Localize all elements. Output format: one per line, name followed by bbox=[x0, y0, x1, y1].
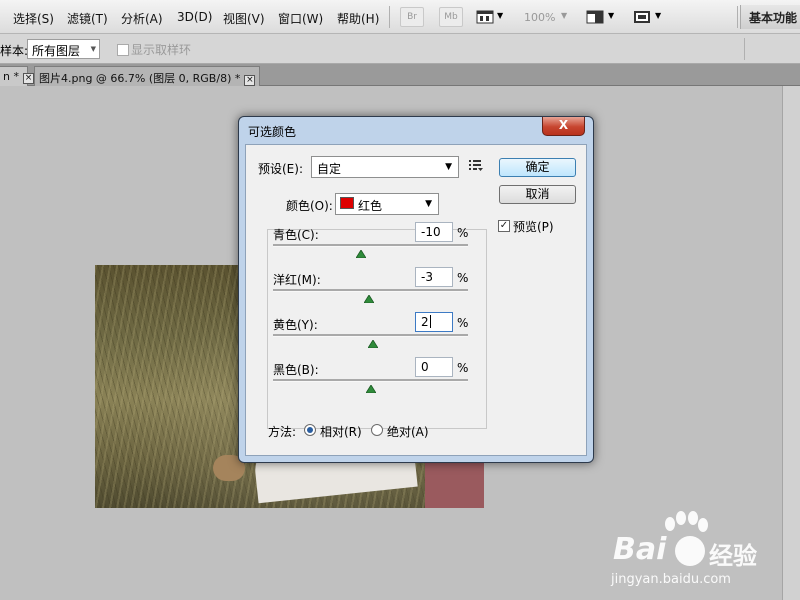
chevron-down-icon[interactable]: ▼ bbox=[608, 11, 614, 20]
options-separator bbox=[744, 38, 745, 60]
magenta-label: 洋红(M): bbox=[273, 273, 321, 287]
view-extras-icon[interactable] bbox=[476, 9, 494, 25]
ok-button[interactable]: 确定 bbox=[499, 158, 576, 177]
document-tab-1[interactable]: n * × bbox=[0, 66, 34, 86]
baidu-logo-text: Bai bbox=[613, 532, 667, 567]
menu-separator bbox=[737, 6, 738, 28]
black-slider-thumb[interactable] bbox=[365, 382, 377, 394]
close-icon[interactable]: × bbox=[22, 73, 34, 84]
yellow-unit: % bbox=[457, 316, 469, 330]
absolute-label: 绝对(A) bbox=[387, 425, 429, 439]
menu-bar: 选择(S) 滤镜(T) 分析(A) 3D(D) 视图(V) 窗口(W) 帮助(H… bbox=[0, 0, 800, 34]
document-tab-2[interactable]: 图片4.png @ 66.7% (图层 0, RGB/8) * × bbox=[34, 66, 261, 86]
magenta-unit: % bbox=[457, 271, 469, 285]
yellow-slider-thumb[interactable] bbox=[367, 337, 379, 349]
menu-help[interactable]: 帮助(H) bbox=[337, 10, 379, 27]
document-tab-1-label: n * bbox=[3, 70, 19, 83]
cyan-slider-track[interactable] bbox=[273, 244, 468, 247]
bridge-button[interactable]: Br bbox=[400, 7, 424, 27]
menu-3d[interactable]: 3D(D) bbox=[177, 10, 212, 24]
close-icon[interactable]: × bbox=[244, 75, 256, 86]
menu-select[interactable]: 选择(S) bbox=[13, 10, 54, 27]
absolute-radio[interactable] bbox=[371, 424, 383, 436]
screen-mode-icon[interactable] bbox=[633, 9, 651, 25]
chevron-down-icon[interactable]: ▼ bbox=[497, 11, 503, 20]
cyan-unit: % bbox=[457, 226, 469, 240]
preset-select-value: 自定 bbox=[317, 162, 342, 176]
colors-label: 颜色(O): bbox=[283, 197, 336, 214]
chevron-down-icon: ▼ bbox=[90, 45, 96, 53]
magenta-input[interactable]: -3 bbox=[415, 267, 453, 287]
cyan-label: 青色(C): bbox=[273, 228, 319, 242]
selective-color-dialog: 可选颜色 X 预设(E): 自定 ▼ 确定 取消 ✓ 预览(P) 颜色(O): … bbox=[238, 116, 594, 463]
show-sampling-ring-checkbox[interactable] bbox=[117, 44, 129, 56]
colors-select-value: 红色 bbox=[358, 199, 383, 213]
photo-pink-fabric bbox=[425, 463, 484, 508]
colors-select[interactable]: 红色 ▼ bbox=[335, 193, 439, 215]
menu-analysis[interactable]: 分析(A) bbox=[121, 10, 163, 27]
black-value: 0 bbox=[421, 360, 429, 374]
cyan-slider-thumb[interactable] bbox=[355, 247, 367, 259]
preset-options-icon[interactable] bbox=[468, 158, 484, 172]
checkmark-icon: ✓ bbox=[499, 220, 509, 231]
black-unit: % bbox=[457, 361, 469, 375]
black-label: 黑色(B): bbox=[273, 363, 319, 377]
menu-separator bbox=[389, 6, 390, 28]
sample-select[interactable]: 所有图层 ▼ bbox=[27, 39, 100, 59]
cancel-button[interactable]: 取消 bbox=[499, 185, 576, 204]
paw-icon bbox=[659, 510, 709, 540]
yellow-input[interactable]: 2 bbox=[415, 312, 453, 332]
text-caret bbox=[429, 315, 431, 328]
chevron-down-icon: ▼ bbox=[425, 199, 432, 209]
preset-select[interactable]: 自定 ▼ bbox=[311, 156, 459, 178]
document-tab-bar: n * × 图片4.png @ 66.7% (图层 0, RGB/8) * × bbox=[0, 64, 800, 86]
sample-select-value: 所有图层 bbox=[32, 44, 81, 58]
magenta-slider-thumb[interactable] bbox=[363, 292, 375, 304]
preset-label: 预设(E): bbox=[258, 162, 303, 176]
mini-bridge-button[interactable]: Mb bbox=[439, 7, 463, 27]
arrange-documents-icon[interactable] bbox=[586, 9, 604, 25]
relative-radio[interactable] bbox=[304, 424, 316, 436]
yellow-value: 2 bbox=[421, 315, 429, 329]
yellow-label: 黄色(Y): bbox=[273, 318, 318, 332]
document-tab-2-label: 图片4.png @ 66.7% (图层 0, RGB/8) * bbox=[39, 72, 241, 85]
preview-checkbox[interactable]: ✓ bbox=[498, 220, 510, 232]
show-sampling-ring-label: 显示取样环 bbox=[131, 43, 192, 57]
dialog-title: 可选颜色 bbox=[248, 125, 297, 139]
du-paw-logo bbox=[675, 536, 705, 566]
preview-label: 预览(P) bbox=[513, 220, 554, 234]
menu-view[interactable]: 视图(V) bbox=[223, 10, 265, 27]
relative-label: 相对(R) bbox=[320, 425, 362, 439]
baidu-jingyan-watermark: Bai 经验 jingyan.baidu.com bbox=[607, 510, 767, 590]
menu-filter[interactable]: 滤镜(T) bbox=[67, 10, 108, 27]
dialog-body: 预设(E): 自定 ▼ 确定 取消 ✓ 预览(P) 颜色(O): 红色 ▼ 青色… bbox=[245, 144, 587, 456]
chevron-down-icon: ▼ bbox=[445, 162, 452, 172]
zoom-level[interactable]: 100% bbox=[524, 11, 555, 24]
menu-window[interactable]: 窗口(W) bbox=[278, 10, 323, 27]
jingyan-logo-text: 经验 bbox=[709, 542, 757, 570]
sample-label: 样本: bbox=[0, 44, 29, 58]
vertical-scrollbar[interactable] bbox=[782, 86, 800, 600]
cyan-value: -10 bbox=[421, 225, 441, 239]
workspace-switcher[interactable]: 基本功能 bbox=[740, 5, 800, 29]
color-swatch bbox=[340, 197, 354, 209]
watermark-url: jingyan.baidu.com bbox=[611, 572, 731, 587]
magenta-value: -3 bbox=[421, 270, 433, 284]
cyan-input[interactable]: -10 bbox=[415, 222, 453, 242]
dialog-close-button[interactable]: X bbox=[542, 117, 585, 136]
method-label: 方法: bbox=[268, 425, 297, 439]
black-input[interactable]: 0 bbox=[415, 357, 453, 377]
chevron-down-icon[interactable]: ▼ bbox=[561, 11, 567, 20]
options-bar: 样本: 所有图层 ▼ 显示取样环 bbox=[0, 34, 800, 64]
chevron-down-icon[interactable]: ▼ bbox=[655, 11, 661, 20]
